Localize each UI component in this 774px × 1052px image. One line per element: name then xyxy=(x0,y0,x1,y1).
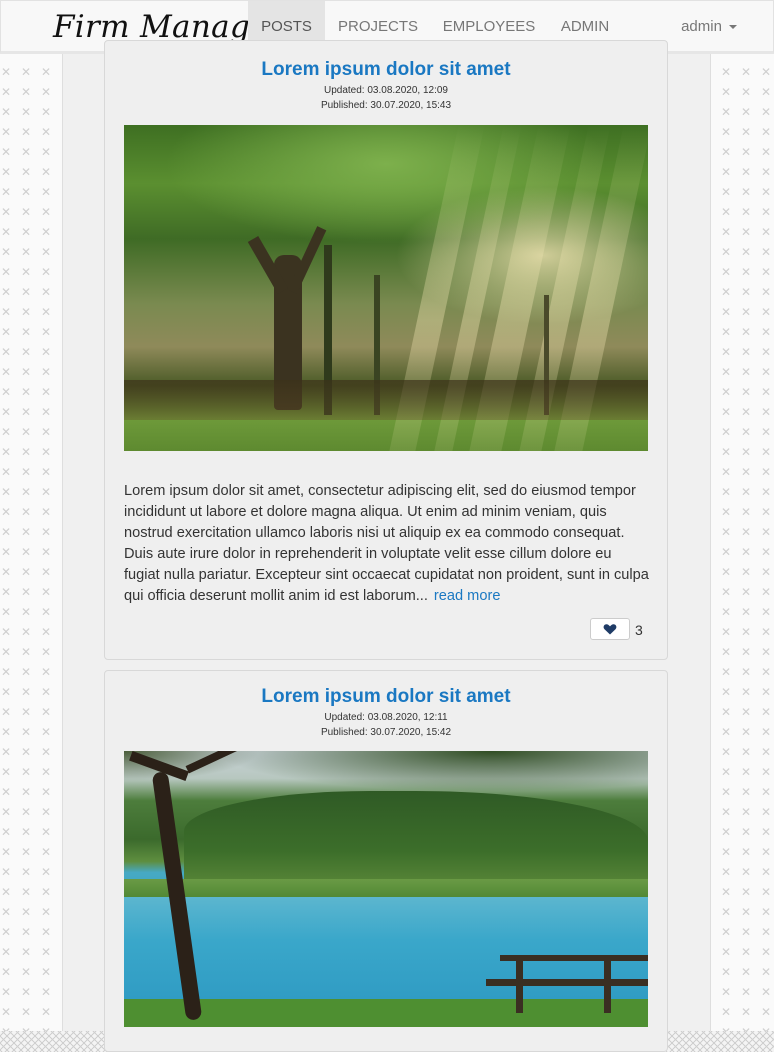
user-menu-toggle[interactable]: admin xyxy=(669,1,749,51)
post-card: Lorem ipsum dolor sit amet Updated: 03.0… xyxy=(104,670,668,1052)
read-more-link[interactable]: read more xyxy=(434,588,501,604)
post-title[interactable]: Lorem ipsum dolor sit amet xyxy=(105,59,667,81)
post-title[interactable]: Lorem ipsum dolor sit amet xyxy=(105,686,667,708)
post-updated: Updated: 03.08.2020, 12:09 xyxy=(324,85,448,96)
post-image[interactable] xyxy=(124,125,648,451)
caret-down-icon xyxy=(728,25,737,29)
post-image[interactable] xyxy=(124,751,648,1027)
like-count: 3 xyxy=(635,622,643,638)
like-button[interactable] xyxy=(590,618,630,640)
post-published: Published: 30.07.2020, 15:42 xyxy=(320,727,452,738)
heart-icon xyxy=(603,624,617,635)
post-updated: Updated: 03.08.2020, 12:11 xyxy=(324,712,448,723)
post-excerpt-text: Lorem ipsum dolor sit amet, consectetur … xyxy=(124,483,649,604)
post-card: Lorem ipsum dolor sit amet Updated: 03.0… xyxy=(104,40,668,660)
user-name: admin xyxy=(681,18,722,35)
post-excerpt: Lorem ipsum dolor sit amet, consectetur … xyxy=(124,481,650,607)
post-published: Published: 30.07.2020, 15:43 xyxy=(320,100,452,111)
